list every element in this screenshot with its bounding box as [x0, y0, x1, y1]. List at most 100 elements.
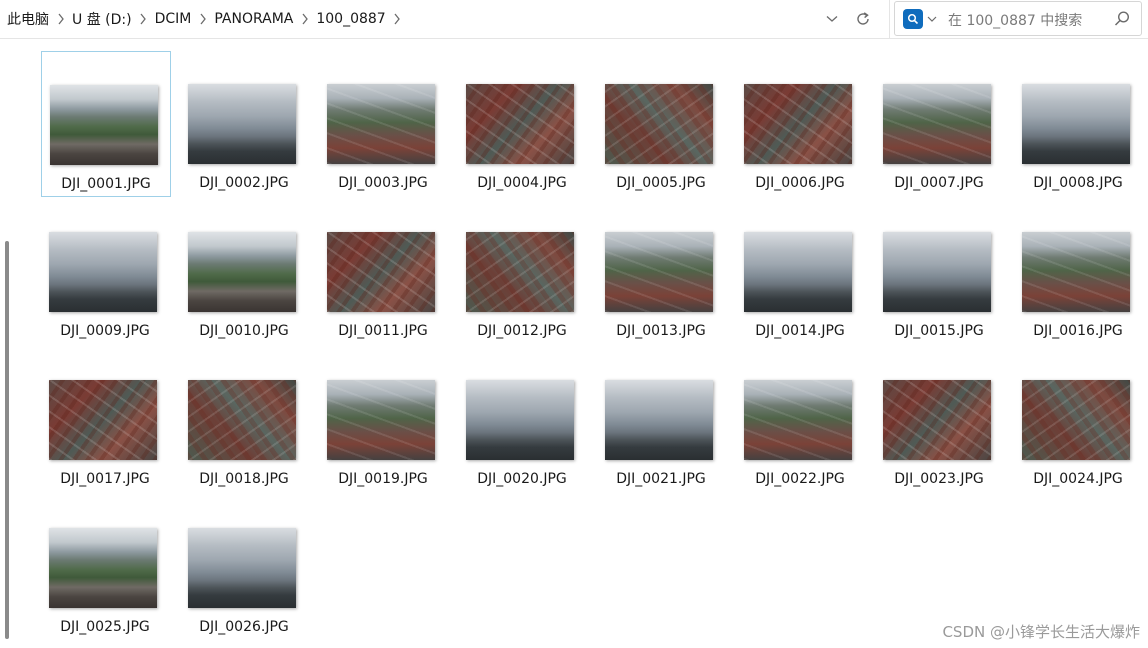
file-name: DJI_0008.JPG — [1033, 175, 1123, 191]
file-item[interactable]: DJI_0023.JPG — [875, 347, 1005, 493]
file-item[interactable]: DJI_0018.JPG — [180, 347, 310, 493]
chevron-right-icon[interactable] — [298, 12, 311, 26]
file-name: DJI_0016.JPG — [1033, 323, 1123, 339]
file-name: DJI_0002.JPG — [199, 175, 289, 191]
file-item[interactable]: DJI_0008.JPG — [1014, 51, 1144, 197]
file-item[interactable]: DJI_0016.JPG — [1014, 199, 1144, 345]
file-name: DJI_0012.JPG — [477, 323, 567, 339]
search-input[interactable]: 在 100_0887 中搜索 — [948, 10, 1082, 30]
file-name: DJI_0005.JPG — [616, 175, 706, 191]
image-thumbnail[interactable] — [50, 85, 158, 165]
breadcrumb-panorama[interactable]: PANORAMA — [211, 11, 296, 27]
image-thumbnail[interactable] — [883, 380, 991, 460]
image-thumbnail[interactable] — [605, 84, 713, 164]
file-grid: DJI_0001.JPG DJI_0002.JPG DJI_0003.JPG DJI_… — [0, 39, 1148, 648]
file-name: DJI_0009.JPG — [60, 323, 150, 339]
breadcrumb-current-folder[interactable]: 100_0887 — [313, 11, 388, 27]
breadcrumb: 此电脑 U 盘 (D:) DCIM PANORAMA 100_0887 — [4, 0, 406, 38]
file-name: DJI_0017.JPG — [60, 471, 150, 487]
file-name: DJI_0019.JPG — [338, 471, 428, 487]
image-thumbnail[interactable] — [1022, 84, 1130, 164]
file-name: DJI_0020.JPG — [477, 471, 567, 487]
search-scope-icon[interactable] — [903, 9, 923, 29]
chevron-right-icon[interactable] — [391, 12, 404, 26]
file-name: DJI_0010.JPG — [199, 323, 289, 339]
file-item[interactable]: DJI_0025.JPG — [41, 495, 171, 641]
image-thumbnail[interactable] — [605, 380, 713, 460]
file-name: DJI_0007.JPG — [894, 175, 984, 191]
image-thumbnail[interactable] — [744, 232, 852, 312]
image-thumbnail[interactable] — [327, 380, 435, 460]
file-item[interactable]: DJI_0005.JPG — [597, 51, 727, 197]
file-name: DJI_0023.JPG — [894, 471, 984, 487]
image-thumbnail[interactable] — [605, 232, 713, 312]
address-bar[interactable]: 此电脑 U 盘 (D:) DCIM PANORAMA 100_0887 — [0, 0, 888, 38]
chevron-right-icon[interactable] — [137, 12, 150, 26]
image-thumbnail[interactable] — [188, 380, 296, 460]
file-item[interactable]: DJI_0013.JPG — [597, 199, 727, 345]
breadcrumb-dcim[interactable]: DCIM — [152, 11, 195, 27]
image-thumbnail[interactable] — [466, 84, 574, 164]
breadcrumb-usb-drive[interactable]: U 盘 (D:) — [69, 9, 135, 29]
file-item[interactable]: DJI_0004.JPG — [458, 51, 588, 197]
file-item[interactable]: DJI_0015.JPG — [875, 199, 1005, 345]
chevron-down-icon[interactable] — [927, 11, 939, 27]
image-thumbnail[interactable] — [883, 232, 991, 312]
file-item[interactable]: DJI_0002.JPG — [180, 51, 310, 197]
file-name: DJI_0001.JPG — [61, 176, 151, 192]
file-name: DJI_0004.JPG — [477, 175, 567, 191]
image-thumbnail[interactable] — [327, 84, 435, 164]
file-item[interactable]: DJI_0003.JPG — [319, 51, 449, 197]
image-thumbnail[interactable] — [49, 380, 157, 460]
image-thumbnail[interactable] — [883, 84, 991, 164]
file-item[interactable]: DJI_0001.JPG — [41, 51, 171, 197]
file-name: DJI_0018.JPG — [199, 471, 289, 487]
file-name: DJI_0014.JPG — [755, 323, 845, 339]
toolbar-divider — [889, 0, 890, 38]
toolbar: 此电脑 U 盘 (D:) DCIM PANORAMA 100_0887 在 10… — [0, 0, 1148, 39]
search-icon[interactable] — [1113, 10, 1131, 28]
file-item[interactable]: DJI_0020.JPG — [458, 347, 588, 493]
file-item[interactable]: DJI_0006.JPG — [736, 51, 866, 197]
watermark: CSDN @小锋学长生活大爆炸 — [942, 623, 1140, 641]
file-item[interactable]: DJI_0011.JPG — [319, 199, 449, 345]
file-item[interactable]: DJI_0007.JPG — [875, 51, 1005, 197]
image-thumbnail[interactable] — [466, 380, 574, 460]
file-name: DJI_0013.JPG — [616, 323, 706, 339]
chevron-down-icon[interactable] — [822, 9, 842, 29]
file-item[interactable]: DJI_0019.JPG — [319, 347, 449, 493]
file-item[interactable]: DJI_0022.JPG — [736, 347, 866, 493]
file-item[interactable]: DJI_0014.JPG — [736, 199, 866, 345]
file-item[interactable]: DJI_0009.JPG — [41, 199, 171, 345]
file-item[interactable]: DJI_0010.JPG — [180, 199, 310, 345]
file-name: DJI_0024.JPG — [1033, 471, 1123, 487]
search-box[interactable]: 在 100_0887 中搜索 — [894, 1, 1142, 36]
refresh-icon[interactable] — [853, 9, 873, 29]
file-name: DJI_0021.JPG — [616, 471, 706, 487]
file-item[interactable]: DJI_0021.JPG — [597, 347, 727, 493]
file-name: DJI_0011.JPG — [338, 323, 428, 339]
file-item[interactable]: DJI_0026.JPG — [180, 495, 310, 641]
file-item[interactable]: DJI_0017.JPG — [41, 347, 171, 493]
image-thumbnail[interactable] — [49, 528, 157, 608]
chevron-right-icon[interactable] — [54, 12, 67, 26]
image-thumbnail[interactable] — [466, 232, 574, 312]
file-item[interactable]: DJI_0012.JPG — [458, 199, 588, 345]
breadcrumb-this-pc[interactable]: 此电脑 — [4, 9, 52, 29]
image-thumbnail[interactable] — [744, 380, 852, 460]
image-thumbnail[interactable] — [744, 84, 852, 164]
file-name: DJI_0006.JPG — [755, 175, 845, 191]
image-thumbnail[interactable] — [49, 232, 157, 312]
image-thumbnail[interactable] — [1022, 380, 1130, 460]
file-item[interactable]: DJI_0024.JPG — [1014, 347, 1144, 493]
file-name: DJI_0003.JPG — [338, 175, 428, 191]
image-thumbnail[interactable] — [327, 232, 435, 312]
file-name: DJI_0026.JPG — [199, 619, 289, 635]
file-name: DJI_0015.JPG — [894, 323, 984, 339]
file-name: DJI_0022.JPG — [755, 471, 845, 487]
image-thumbnail[interactable] — [1022, 232, 1130, 312]
image-thumbnail[interactable] — [188, 84, 296, 164]
image-thumbnail[interactable] — [188, 528, 296, 608]
image-thumbnail[interactable] — [188, 232, 296, 312]
chevron-right-icon[interactable] — [196, 12, 209, 26]
